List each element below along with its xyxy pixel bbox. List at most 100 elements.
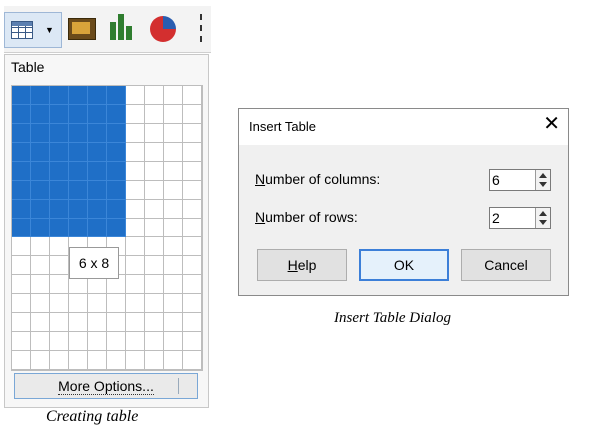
grid-cell[interactable] <box>88 123 107 143</box>
grid-cell[interactable] <box>69 351 88 370</box>
grid-cell[interactable] <box>12 275 31 295</box>
grid-cell[interactable] <box>50 161 69 181</box>
grid-cell[interactable] <box>183 104 202 124</box>
grid-cell[interactable] <box>107 161 126 181</box>
grid-cell[interactable] <box>69 313 88 333</box>
grid-cell[interactable] <box>126 104 145 124</box>
grid-cell[interactable] <box>183 332 202 352</box>
grid-cell[interactable] <box>69 86 88 105</box>
grid-cell[interactable] <box>164 180 183 200</box>
ok-button[interactable]: OK <box>359 249 449 281</box>
grid-cell[interactable] <box>183 275 202 295</box>
grid-cell[interactable] <box>126 199 145 219</box>
grid-cell[interactable] <box>126 142 145 162</box>
grid-cell[interactable] <box>50 218 69 238</box>
grid-cell[interactable] <box>183 256 202 276</box>
grid-cell[interactable] <box>145 332 164 352</box>
insert-table-button[interactable]: ▼ <box>4 12 62 48</box>
grid-cell[interactable] <box>126 180 145 200</box>
grid-cell[interactable] <box>107 123 126 143</box>
grid-cell[interactable] <box>145 237 164 257</box>
more-options-button[interactable]: More Options... <box>14 373 198 399</box>
grid-cell[interactable] <box>12 123 31 143</box>
grid-cell[interactable] <box>50 104 69 124</box>
grid-cell[interactable] <box>164 142 183 162</box>
grid-cell[interactable] <box>126 237 145 257</box>
grid-cell[interactable] <box>145 351 164 370</box>
grid-cell[interactable] <box>12 313 31 333</box>
grid-cell[interactable] <box>31 313 50 333</box>
grid-cell[interactable] <box>145 104 164 124</box>
grid-cell[interactable] <box>69 199 88 219</box>
grid-cell[interactable] <box>50 123 69 143</box>
columns-value[interactable]: 6 <box>492 172 500 188</box>
insert-pie-chart-button[interactable] <box>146 12 180 46</box>
grid-cell[interactable] <box>31 104 50 124</box>
rows-spinner[interactable]: 2 <box>489 207 551 229</box>
grid-cell[interactable] <box>164 313 183 333</box>
grid-cell[interactable] <box>145 180 164 200</box>
grid-cell[interactable] <box>12 332 31 352</box>
grid-cell[interactable] <box>12 351 31 370</box>
grid-cell[interactable] <box>31 180 50 200</box>
grid-cell[interactable] <box>69 123 88 143</box>
grid-cell[interactable] <box>164 332 183 352</box>
grid-cell[interactable] <box>50 237 69 257</box>
cancel-button[interactable]: Cancel <box>461 249 551 281</box>
grid-cell[interactable] <box>126 313 145 333</box>
grid-cell[interactable] <box>107 86 126 105</box>
grid-cell[interactable] <box>12 161 31 181</box>
rows-value[interactable]: 2 <box>492 210 500 226</box>
grid-cell[interactable] <box>145 142 164 162</box>
insert-chart-button[interactable] <box>104 12 140 46</box>
grid-cell[interactable] <box>50 313 69 333</box>
grid-cell[interactable] <box>12 237 31 257</box>
grid-cell[interactable] <box>88 294 107 314</box>
grid-cell[interactable] <box>107 104 126 124</box>
grid-cell[interactable] <box>31 294 50 314</box>
grid-cell[interactable] <box>12 142 31 162</box>
grid-cell[interactable] <box>126 86 145 105</box>
grid-cell[interactable] <box>69 294 88 314</box>
grid-cell[interactable] <box>126 161 145 181</box>
grid-cell[interactable] <box>88 180 107 200</box>
spin-down-icon[interactable] <box>539 220 547 225</box>
grid-cell[interactable] <box>107 332 126 352</box>
grid-cell[interactable] <box>12 199 31 219</box>
grid-cell[interactable] <box>88 332 107 352</box>
grid-cell[interactable] <box>50 180 69 200</box>
help-button[interactable]: Help <box>257 249 347 281</box>
grid-cell[interactable] <box>107 142 126 162</box>
grid-cell[interactable] <box>12 218 31 238</box>
grid-cell[interactable] <box>88 142 107 162</box>
grid-cell[interactable] <box>31 332 50 352</box>
grid-cell[interactable] <box>69 332 88 352</box>
grid-cell[interactable] <box>164 104 183 124</box>
grid-cell[interactable] <box>107 351 126 370</box>
grid-cell[interactable] <box>164 351 183 370</box>
grid-cell[interactable] <box>183 351 202 370</box>
columns-spinner[interactable]: 6 <box>489 169 551 191</box>
grid-cell[interactable] <box>12 86 31 105</box>
table-size-grid[interactable] <box>11 85 203 371</box>
grid-cell[interactable] <box>12 256 31 276</box>
grid-cell[interactable] <box>145 218 164 238</box>
grid-cell[interactable] <box>12 294 31 314</box>
grid-cell[interactable] <box>88 86 107 105</box>
grid-cell[interactable] <box>183 142 202 162</box>
grid-cell[interactable] <box>12 104 31 124</box>
grid-cell[interactable] <box>31 123 50 143</box>
grid-cell[interactable] <box>88 104 107 124</box>
grid-cell[interactable] <box>126 351 145 370</box>
grid-cell[interactable] <box>31 256 50 276</box>
grid-cell[interactable] <box>183 313 202 333</box>
grid-cell[interactable] <box>50 294 69 314</box>
grid-cell[interactable] <box>107 313 126 333</box>
grid-cell[interactable] <box>31 199 50 219</box>
grid-cell[interactable] <box>164 86 183 105</box>
grid-cell[interactable] <box>50 142 69 162</box>
grid-cell[interactable] <box>164 199 183 219</box>
grid-cell[interactable] <box>164 161 183 181</box>
grid-cell[interactable] <box>88 161 107 181</box>
grid-cell[interactable] <box>183 180 202 200</box>
